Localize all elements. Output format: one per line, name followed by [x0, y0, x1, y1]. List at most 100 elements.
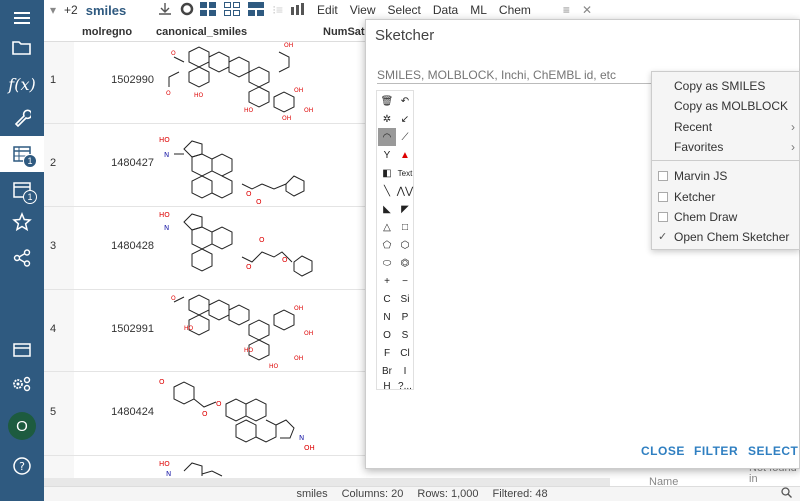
svg-text:O: O	[259, 236, 265, 244]
filter-button[interactable]: FILTER	[694, 444, 738, 458]
tiles-view-icon[interactable]	[220, 1, 244, 19]
menu-edit[interactable]: Edit	[311, 3, 344, 17]
checkbox-icon	[658, 171, 668, 181]
atom-more[interactable]: ?...	[396, 380, 414, 392]
zigzag-icon[interactable]: ⋀⋁	[396, 182, 414, 200]
columns-icon[interactable]	[287, 2, 311, 18]
download-icon[interactable]	[152, 2, 178, 18]
svg-text:OH: OH	[294, 305, 303, 312]
atom-s[interactable]: S	[396, 326, 414, 344]
menu-item-label: Copy as SMILES	[674, 79, 766, 93]
hash-icon[interactable]: ◤	[396, 200, 414, 218]
status-bar: smiles Columns: 20 Rows: 1,000 Filtered:…	[44, 486, 800, 501]
grid-view-icon[interactable]	[196, 1, 220, 19]
svg-text:O: O	[246, 190, 252, 198]
atom-o[interactable]: O	[378, 326, 396, 344]
atom-h[interactable]: H	[378, 380, 396, 392]
menu-item-open-chem-sketcher[interactable]: ✓ Open Chem Sketcher	[652, 227, 800, 247]
star-icon[interactable]	[0, 204, 44, 240]
menu-item-copy-molblock[interactable]: Copy as MOLBLOCK	[652, 96, 800, 116]
hexagon-icon[interactable]: ⬡	[396, 236, 414, 254]
browser-window-icon[interactable]	[0, 332, 44, 368]
table-toolbar: ▾ +2 smiles ⁝≡ Edit View Select Data ML …	[44, 0, 800, 20]
svg-text:N: N	[164, 224, 169, 232]
sketcher-context-menu: Copy as SMILES Copy as MOLBLOCK Recent › …	[651, 71, 800, 250]
wrench-icon[interactable]	[0, 100, 44, 136]
atom-p[interactable]: P	[396, 308, 414, 326]
table-title[interactable]: smiles	[80, 3, 132, 18]
select-button[interactable]: SELECT	[748, 444, 798, 458]
menu-item-copy-smiles[interactable]: Copy as SMILES	[652, 76, 800, 96]
folder-icon[interactable]	[0, 30, 44, 66]
molecule-structure: HO N	[159, 460, 223, 478]
menu-data[interactable]: Data	[427, 3, 464, 17]
square-icon[interactable]: □	[396, 218, 414, 236]
share-icon[interactable]	[0, 240, 44, 276]
text-tool[interactable]: Text	[396, 164, 414, 182]
atom-n[interactable]: N	[378, 308, 396, 326]
function-icon[interactable]: f(x)	[0, 66, 44, 102]
dropdown-caret-icon[interactable]: ▾	[44, 3, 62, 17]
extra-tables-count[interactable]: +2	[62, 3, 80, 17]
atom-f[interactable]: F	[378, 344, 396, 362]
settings-gears-icon[interactable]	[0, 366, 44, 402]
svg-text:OH: OH	[304, 330, 313, 337]
atom-c[interactable]: C	[378, 290, 396, 308]
menu-item-favorites[interactable]: Favorites ›	[652, 137, 800, 157]
status-rows: Rows: 1,000	[417, 488, 479, 500]
eraser-icon[interactable]: ◧	[378, 164, 396, 182]
wedge-icon[interactable]: ◣	[378, 200, 396, 218]
undo-icon[interactable]: ↶	[396, 92, 414, 110]
molecule-structure: HO N OO	[159, 136, 305, 206]
windows-badge: 1	[23, 190, 37, 204]
atom-i[interactable]: I	[396, 362, 414, 380]
column-header-canonical-smiles[interactable]: canonical_smiles	[156, 26, 247, 38]
horizontal-scrollbar[interactable]	[44, 478, 610, 486]
pentagon-icon[interactable]: ⬠	[378, 236, 396, 254]
lasso-icon[interactable]: ◠	[378, 128, 396, 146]
bond-tool-icon[interactable]: ⟋	[396, 128, 414, 146]
molregno-cell: 1480427	[111, 157, 154, 169]
menu-select[interactable]: Select	[382, 3, 427, 17]
arrow-icon[interactable]: ↙	[396, 110, 414, 128]
benzene-icon[interactable]: ⏣	[396, 254, 414, 272]
menu-item-recent[interactable]: Recent ›	[652, 117, 800, 137]
table-icon[interactable]: 1	[0, 136, 44, 172]
svg-text:O: O	[256, 198, 262, 206]
plus-icon[interactable]: +	[378, 272, 396, 290]
menu-item-chemdraw[interactable]: Chem Draw	[652, 207, 800, 227]
menu-chem[interactable]: Chem	[493, 3, 537, 17]
svg-text:OH: OH	[282, 115, 291, 122]
refresh-icon[interactable]	[178, 2, 196, 19]
stereo-icon[interactable]: ▲	[396, 146, 414, 164]
layout-view-icon[interactable]	[244, 1, 268, 19]
triangle-icon[interactable]: △	[378, 218, 396, 236]
menu-item-ketcher[interactable]: Ketcher	[652, 187, 800, 207]
heptagon-icon[interactable]: ⬭	[378, 254, 396, 272]
atom-br[interactable]: Br	[378, 362, 396, 380]
search-icon[interactable]	[781, 487, 792, 501]
single-bond-icon[interactable]: ╲	[378, 182, 396, 200]
close-button[interactable]: CLOSE	[641, 444, 685, 458]
molecule-structure: O O HO HO OH OH OH OH	[166, 42, 313, 122]
minus-icon[interactable]: −	[396, 272, 414, 290]
column-header-molregno[interactable]: molregno	[82, 26, 132, 38]
atom-cl[interactable]: Cl	[396, 344, 414, 362]
checkbox-icon	[658, 192, 668, 202]
user-avatar[interactable]: O	[0, 408, 44, 444]
windows-icon[interactable]: 1	[0, 172, 44, 208]
atom-si[interactable]: Si	[396, 290, 414, 308]
close-panel-icon[interactable]: ✕	[576, 3, 598, 17]
menu-item-label: Recent	[674, 120, 713, 134]
status-table[interactable]: smiles	[296, 488, 327, 500]
menu-view[interactable]: View	[344, 3, 382, 17]
panel-menu-icon[interactable]: ≡	[557, 3, 576, 17]
menu-item-marvin[interactable]: Marvin JS	[652, 166, 800, 186]
row-number: 1	[50, 74, 57, 86]
chain-icon[interactable]: Y	[378, 146, 396, 164]
align-icon[interactable]: ⁝≡	[268, 3, 287, 17]
menu-ml[interactable]: ML	[464, 3, 493, 17]
clear-icon[interactable]: ✲	[378, 110, 396, 128]
help-icon[interactable]: ?	[0, 448, 44, 484]
delete-icon[interactable]: 🗑	[378, 92, 396, 110]
